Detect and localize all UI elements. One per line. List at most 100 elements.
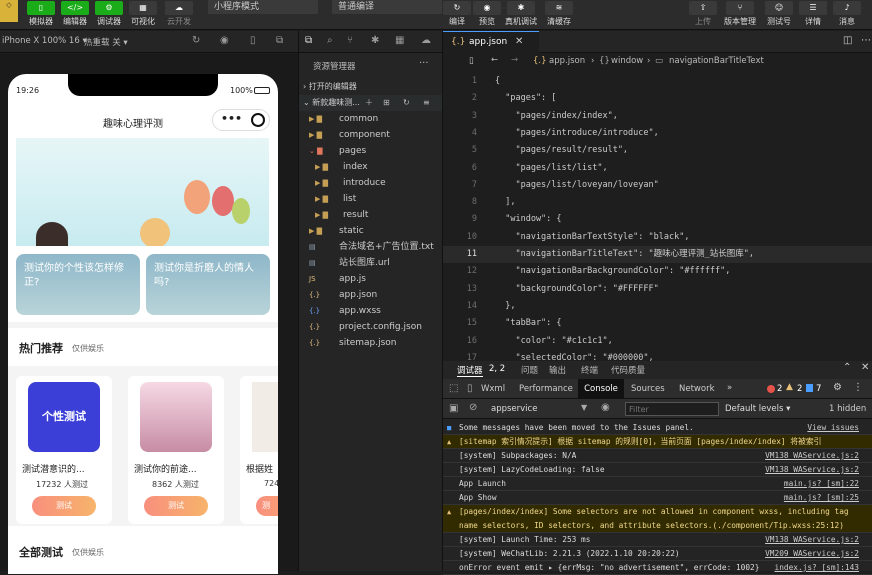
hot-item-2[interactable]: 测试你的前途... 8362 人测过 测试 [128, 376, 224, 524]
tree-item[interactable]: ▶ ▇ introduce [299, 175, 443, 191]
tab-code-quality[interactable]: 代码质量 [611, 364, 645, 376]
close-icon[interactable]: ✕ [515, 36, 523, 47]
collapse-icon[interactable]: ≡ [423, 95, 430, 111]
record-icon[interactable]: ◉ [220, 35, 229, 46]
test-account-button[interactable]: ☺ 测试号 [762, 1, 796, 27]
tree-item[interactable]: ▶ ▇ static [299, 223, 443, 239]
visual-button[interactable]: ▦ 可视化 [126, 1, 160, 27]
breadcrumb-window[interactable]: window [611, 56, 643, 66]
more-icon[interactable]: ••• [221, 112, 242, 125]
remote-debug-button[interactable]: ✱ 真机调试 [504, 1, 538, 27]
compile-button[interactable]: ↻ 编译 [440, 1, 474, 27]
new-file-icon[interactable]: ＋ [365, 95, 373, 111]
source-link[interactable]: main.js? [sm]:22 [784, 477, 859, 491]
upload-button[interactable]: ⇧ 上传 [686, 1, 720, 27]
back-icon[interactable]: ← [491, 55, 498, 65]
tree-item[interactable]: ▶ ▇ result [299, 207, 443, 223]
tree-item[interactable]: ▶ ▇ index [299, 159, 443, 175]
cloud-dev-button[interactable]: ☁ 云开发 [162, 1, 196, 27]
simulator-toggle-button[interactable]: ▯ 模拟器 [24, 1, 58, 27]
git-icon[interactable]: ⑂ [347, 35, 353, 46]
source-link[interactable]: main.js? [sm]:25 [784, 491, 859, 505]
gear-icon[interactable]: ⚙ [833, 382, 842, 393]
more-tabs[interactable]: » [727, 383, 732, 393]
eye-icon[interactable]: ◉ [601, 402, 610, 413]
tree-item[interactable]: {.} app.wxss [299, 303, 443, 319]
test-button[interactable]: 测试 [144, 496, 208, 516]
tree-item[interactable]: ▤ 合法域名+广告位置.txt [299, 239, 443, 255]
tree-item[interactable]: {.} project.config.json [299, 319, 443, 335]
tree-item[interactable]: {.} sitemap.json [299, 335, 443, 351]
details-button[interactable]: ☰ 详情 [796, 1, 830, 27]
capsule-menu[interactable]: ••• [212, 109, 270, 131]
error-count[interactable]: 2 [777, 384, 782, 394]
breadcrumb-file[interactable]: app.json [549, 56, 585, 66]
refresh-icon[interactable]: ↻ [403, 95, 410, 111]
hot-item-1[interactable]: 个性测试 测试潜意识的... 17232 人测过 测试 [16, 376, 112, 524]
files-icon[interactable]: ⧉ [305, 35, 312, 46]
warning-count[interactable]: 2 [797, 384, 802, 394]
new-folder-icon[interactable]: ⊞ [383, 95, 390, 111]
tree-item[interactable]: ⌄ ▇ pages [299, 143, 443, 159]
source-link[interactable]: index.js? [sm]:143 [775, 561, 860, 575]
test-card-2[interactable]: 测试你是折磨人的情人吗? [146, 254, 270, 315]
tab-debugger[interactable]: 调试器 [457, 364, 483, 377]
tab-console[interactable]: Console [578, 379, 624, 399]
inspect-icon[interactable]: ⬚ [449, 383, 458, 394]
bookmark-icon[interactable]: ▯ [469, 56, 474, 66]
tab-app-json[interactable]: {.} app.json ✕ [443, 31, 539, 53]
close-icon[interactable]: ✕ [861, 362, 869, 373]
source-link[interactable]: VM138 WAService.js:2 [765, 449, 859, 463]
device-select[interactable]: iPhone X 100% 16 ▾ [2, 36, 87, 46]
messages-button[interactable]: ♪ 消息 [830, 1, 864, 27]
sidebar-toggle-icon[interactable]: ▣ [449, 403, 458, 414]
source-link[interactable]: VM138 WAService.js:2 [765, 463, 859, 477]
source-link[interactable]: View issues [807, 421, 859, 435]
rotate-icon[interactable]: ↻ [192, 35, 200, 46]
more-icon[interactable]: ⋯ [861, 35, 871, 46]
test-card-1[interactable]: 测试你的个性该怎样修正? [16, 254, 140, 315]
tab-network[interactable]: Network [679, 384, 715, 394]
banner-image[interactable] [16, 138, 269, 246]
levels-select[interactable]: Default levels ▾ [725, 404, 790, 414]
extensions-icon[interactable]: ▦ [395, 35, 404, 46]
preview-button[interactable]: ◉ 预览 [470, 1, 504, 27]
tree-item[interactable]: ▶ ▇ component [299, 127, 443, 143]
tab-problems[interactable]: 问题 [521, 364, 538, 376]
search-icon[interactable]: ⌕ [327, 35, 333, 46]
mobile-icon[interactable]: ▯ [250, 35, 256, 46]
clear-console-icon[interactable]: ⊘ [469, 402, 477, 413]
mode-select[interactable]: 小程序模式 [208, 0, 318, 14]
more-icon[interactable]: ··· [419, 58, 429, 69]
tab-wxml[interactable]: Wxml [481, 384, 505, 394]
tree-item[interactable]: JS app.js [299, 271, 443, 287]
info-count[interactable]: 7 [816, 384, 821, 394]
hot-item-3[interactable]: 根据姓 724 测 [240, 376, 278, 524]
chevron-up-icon[interactable]: ⌃ [843, 362, 851, 373]
device-icon[interactable]: ▯ [467, 383, 473, 394]
split-editor-icon[interactable]: ◫ [843, 35, 852, 46]
tree-item[interactable]: ▤ 站长图库.url [299, 255, 443, 271]
tab-sources[interactable]: Sources [631, 384, 665, 394]
open-editors-section[interactable]: › 打开的编辑器 [299, 79, 443, 95]
debug-icon[interactable]: ✱ [371, 35, 379, 46]
forward-icon[interactable]: → [511, 55, 518, 65]
hot-reload-select[interactable]: 热重载 关 ▾ [84, 36, 128, 48]
compile-select[interactable]: 普通编译 [332, 0, 442, 14]
kebab-icon[interactable]: ⋮ [853, 382, 863, 393]
tree-item[interactable]: ▶ ▇ common [299, 111, 443, 127]
test-button[interactable]: 测 [256, 496, 278, 516]
breadcrumb-property[interactable]: navigationBarTitleText [669, 56, 764, 66]
tab-terminal[interactable]: 终端 [581, 364, 598, 376]
popout-icon[interactable]: ⧉ [276, 35, 283, 46]
filter-input[interactable] [625, 402, 719, 416]
source-link[interactable]: VM209 WAService.js:2 [765, 547, 859, 561]
editor-toggle-button[interactable]: </> 编辑器 [58, 1, 92, 27]
source-link[interactable]: VM138 WAService.js:2 [765, 533, 859, 547]
test-button[interactable]: 测试 [32, 496, 96, 516]
tab-output[interactable]: 输出 [549, 364, 566, 376]
tab-performance[interactable]: Performance [519, 384, 573, 394]
clear-cache-button[interactable]: ≋ 清缓存 [542, 1, 576, 27]
context-select[interactable]: appservice [491, 404, 537, 414]
tree-item[interactable]: {.} app.json [299, 287, 443, 303]
